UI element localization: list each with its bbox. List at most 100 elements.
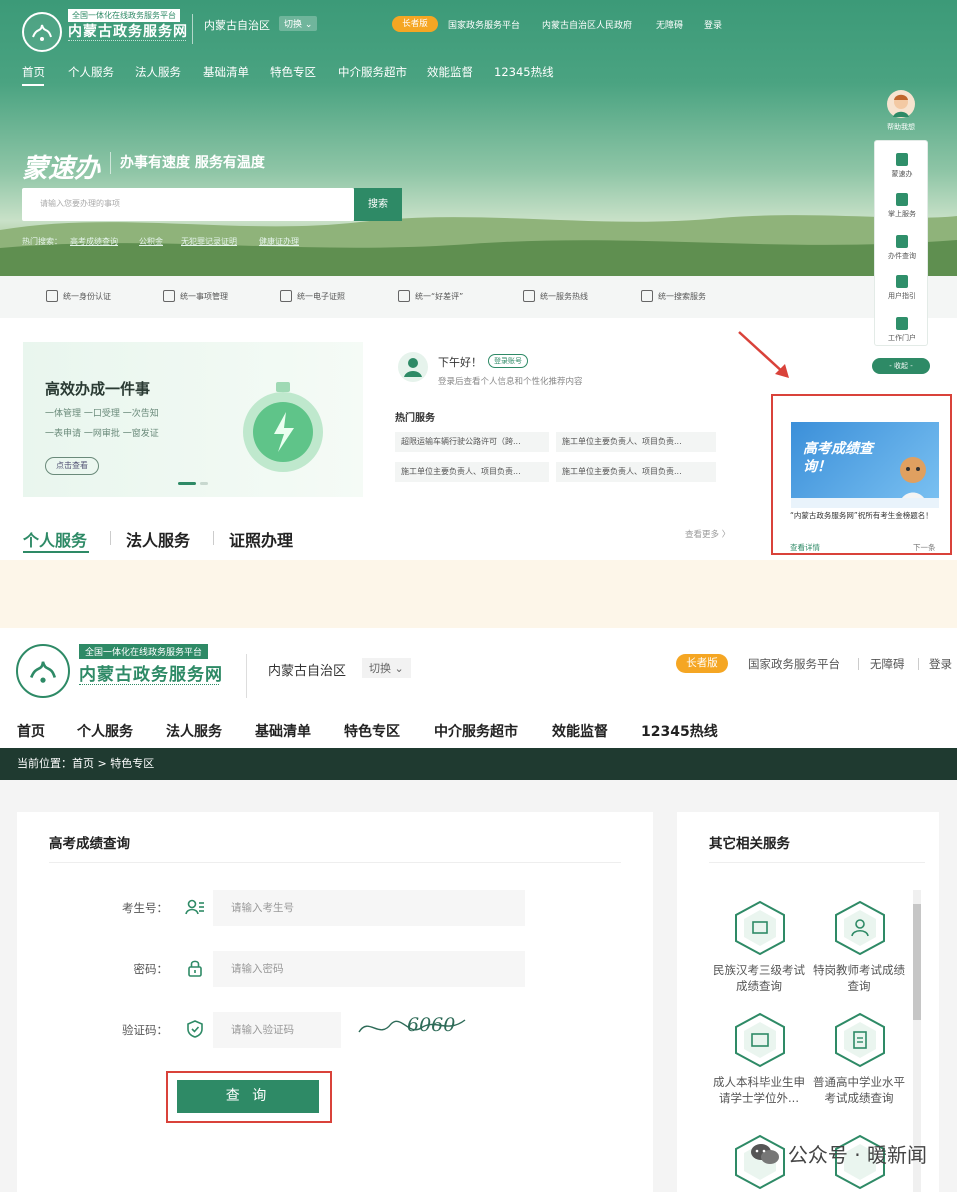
nav-home[interactable]: 首页 [17, 721, 45, 741]
hot-service-item[interactable]: 施工单位主要负责人、项目负责... [395, 462, 549, 482]
side-item-progress[interactable]: 办件查询 [875, 235, 929, 261]
mongolian-script-line [79, 684, 219, 698]
hot-service-item[interactable]: 超限运输车辆行驶公路许可（跨... [395, 432, 549, 452]
elder-mode-button[interactable]: 长者版 [392, 16, 438, 32]
svc-hotline[interactable]: 统一服务热线 [523, 290, 588, 302]
related-service-item[interactable]: 特岗教师考试成绩查询 [811, 962, 907, 994]
avatar[interactable] [398, 352, 428, 382]
scrollbar-thumb[interactable] [913, 904, 921, 1020]
related-service-item[interactable]: 普通高中学业水平考试成绩查询 [811, 1074, 907, 1106]
unified-service-bar [0, 276, 957, 318]
svc-certificate[interactable]: 统一电子证照 [280, 290, 345, 302]
link-accessibility[interactable]: 无障碍 [656, 18, 683, 31]
svc-evaluation[interactable]: 统一“好差评” [398, 290, 463, 302]
search-input[interactable]: 请输入您要办理的事项 [22, 188, 354, 221]
site-logo-2[interactable] [16, 644, 70, 698]
svc-items[interactable]: 统一事项管理 [163, 290, 228, 302]
collapse-button[interactable]: - 收起 - [872, 358, 930, 374]
greeting-text: 下午好！ [438, 356, 482, 369]
breadcrumb: 当前位置：首页 > 特色专区 [0, 748, 957, 780]
carousel-dot-active[interactable] [178, 482, 196, 485]
tab-legal[interactable]: 法人服务 [126, 527, 190, 551]
nav-supervision[interactable]: 效能监督 [427, 64, 473, 80]
nav-home[interactable]: 首页 [22, 64, 45, 80]
link-login-2[interactable]: 登录 [929, 656, 952, 672]
nav-hotline[interactable]: 12345热线 [641, 721, 718, 741]
banner-line2: 一表申请 一网审批 一窗发证 [45, 429, 159, 439]
password-input[interactable]: 请输入密码 [213, 951, 525, 987]
svc-identity[interactable]: 统一身份认证 [46, 290, 111, 302]
gaokao-popup-image[interactable]: 高考成绩查询！ [791, 422, 939, 508]
wechat-watermark: 公众号 · 暖新闻 [750, 1139, 927, 1168]
one-thing-banner[interactable]: 高效办成一件事 一体管理 一口受理 一次告知 一表申请 一网审批 一窗发证 点击… [23, 342, 363, 497]
hot-search-label: 热门搜索： [22, 237, 62, 246]
nav-basic-list[interactable]: 基础清单 [255, 721, 311, 741]
hot-keyword[interactable]: 公积金 [139, 236, 163, 247]
nav-agency-market[interactable]: 中介服务超市 [338, 64, 407, 80]
tab-personal[interactable]: 个人服务 [23, 527, 87, 551]
hot-service-item[interactable]: 施工单位主要负责人、项目负责... [556, 432, 716, 452]
login-badge[interactable]: 登录账号 [488, 354, 528, 368]
gaokao-popup-highlight: 高考成绩查询！ “内蒙古政务服务网”祝所有考生金榜题名！ 查看详情 下一条 [771, 394, 952, 555]
hot-keyword[interactable]: 高考成绩查询 [70, 236, 118, 247]
query-button[interactable]: 查 询 [177, 1080, 319, 1113]
hot-service-item[interactable]: 施工单位主要负责人、项目负责... [556, 462, 716, 482]
nav-basic-list[interactable]: 基础清单 [203, 64, 249, 80]
chevron-down-icon: ⌄ [394, 662, 404, 675]
nav-legal[interactable]: 法人服务 [135, 64, 181, 80]
gaokao-query-card: 高考成绩查询 考生号： 请输入考生号 密码： 请输入密码 验证码： 请输入验证码… [17, 812, 653, 1192]
nav-special[interactable]: 特色专区 [270, 64, 316, 80]
site-name: 内蒙古政务服务网 [68, 24, 188, 40]
link-gov[interactable]: 内蒙古自治区人民政府 [542, 18, 632, 31]
popup-detail-link[interactable]: 查看详情 [790, 542, 820, 553]
hot-keyword[interactable]: 健康证办理 [259, 236, 299, 247]
assistant-avatar[interactable] [887, 90, 915, 118]
more-link[interactable]: 查看更多 〉 [685, 528, 730, 540]
nav-special[interactable]: 特色专区 [344, 721, 400, 741]
related-service-item[interactable]: 民族汉考三级考试成绩查询 [711, 962, 807, 994]
svc-search[interactable]: 统一搜索服务 [641, 290, 706, 302]
degree-icon[interactable] [734, 1012, 786, 1068]
search-button[interactable]: 搜索 [354, 188, 402, 221]
document-edit-icon[interactable] [834, 1012, 886, 1068]
exam-number-input[interactable]: 请输入考生号 [213, 890, 525, 926]
portal-icon [896, 317, 908, 330]
captcha-input[interactable]: 请输入验证码 [213, 1012, 341, 1048]
watermark-text: 公众号 · 暖新闻 [787, 1143, 927, 1167]
region-switch-2[interactable]: 切换 ⌄ [362, 658, 411, 678]
popup-next-link[interactable]: 下一条 [913, 542, 936, 553]
nav-personal[interactable]: 个人服务 [68, 64, 114, 80]
teacher-icon[interactable] [834, 900, 886, 956]
nav-personal[interactable]: 个人服务 [77, 721, 133, 741]
list-icon [163, 290, 175, 302]
nav-agency-market[interactable]: 中介服务超市 [434, 721, 518, 741]
tab-license[interactable]: 证照办理 [229, 527, 293, 551]
banner-line1: 一体管理 一口受理 一次告知 [45, 409, 159, 419]
captcha-image[interactable]: 6060 [357, 1008, 469, 1048]
link-accessibility-2[interactable]: 无障碍 [870, 656, 905, 672]
platform-tag-2: 全国一体化在线政务服务平台 [79, 644, 209, 659]
link-login[interactable]: 登录 [704, 18, 722, 31]
region-switch[interactable]: 切换 ⌄ [279, 16, 318, 31]
gaokao-query-screenshot: 全国一体化在线政务服务平台 内蒙古政务服务网 内蒙古自治区 切换 ⌄ 长者版 国… [0, 628, 957, 1192]
nav-hotline[interactable]: 12345热线 [494, 64, 554, 80]
site-logo[interactable] [22, 12, 62, 52]
link-national-platform-2[interactable]: 国家政务服务平台 [748, 656, 840, 672]
side-item-mengsuban[interactable]: 蒙速办 [875, 153, 929, 179]
carousel-dot[interactable] [200, 482, 208, 485]
side-item-portal[interactable]: 工作门户 [875, 317, 929, 343]
id-card-icon [280, 290, 292, 302]
banner-view-button[interactable]: 点击查看 [45, 457, 99, 475]
nav-supervision[interactable]: 效能监督 [552, 721, 608, 741]
exam-certificate-icon[interactable] [734, 900, 786, 956]
link-national-platform[interactable]: 国家政务服务平台 [448, 18, 520, 31]
hot-keyword[interactable]: 无犯罪记录证明 [181, 236, 237, 247]
side-item-guide[interactable]: 用户指引 [875, 275, 929, 301]
nav-legal[interactable]: 法人服务 [166, 721, 222, 741]
elder-mode-button-2[interactable]: 长者版 [676, 654, 728, 673]
related-service-item[interactable]: 成人本科毕业生申请学士学位外... [711, 1074, 807, 1106]
assistant-label: 帮助我想 [887, 123, 915, 131]
side-item-mobile[interactable]: 掌上服务 [875, 193, 929, 219]
hot-services-title: 热门服务 [395, 413, 435, 424]
tab-divider [213, 531, 214, 545]
